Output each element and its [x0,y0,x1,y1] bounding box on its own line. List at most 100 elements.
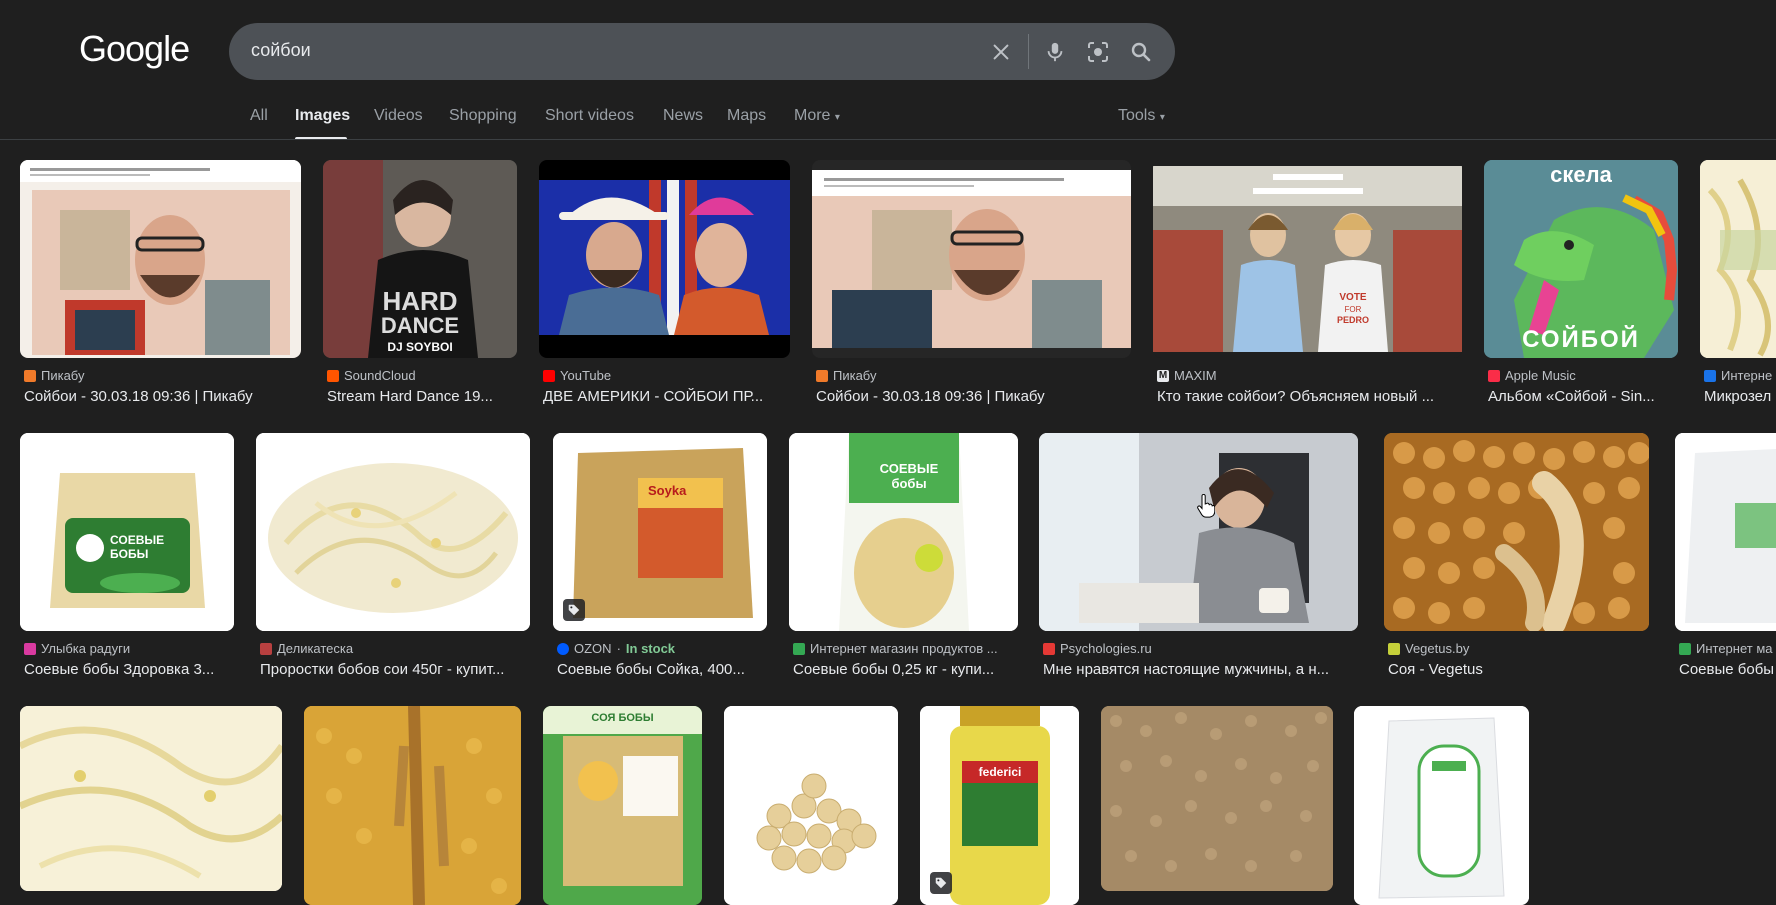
image-result[interactable]: HARD DANCE DJ SOYBOI SoundCloud Stream H… [323,160,518,410]
result-thumbnail[interactable] [20,706,282,891]
result-title[interactable]: Альбом «Сойбой - Sin... [1488,388,1680,405]
result-title[interactable]: Соевые бобы 0,25 кг - купи... [793,661,1018,678]
result-thumbnail[interactable] [1039,433,1358,631]
microphone-icon[interactable] [1041,38,1069,66]
result-title[interactable]: Соевые бобы Сойка, 400... [557,661,767,678]
photo-soybeans-closeup [1384,433,1649,631]
result-title[interactable]: Соя - Vegetus [1388,661,1650,678]
tab-short-videos[interactable]: Short videos [545,107,634,125]
result-title[interactable]: Соевые бобы [1679,661,1776,678]
result-source[interactable]: Интерне [1704,368,1772,383]
tab-more[interactable]: More ▾ [794,107,840,125]
youtube-icon [543,369,555,382]
result-source[interactable]: Улыбка радуги [24,641,130,656]
image-result[interactable]: VOTE FOR PEDRO M MAXIM Кто такие сойбои? … [1153,160,1463,410]
result-source[interactable]: M MAXIM [1157,368,1217,383]
image-result[interactable]: скела СОЙБОЙ Apple Music Альбом «Сойбой … [1484,160,1679,410]
image-result[interactable]: federici [920,706,1079,905]
result-thumbnail[interactable] [256,433,530,631]
result-source[interactable]: Пикабу [24,368,84,383]
image-result[interactable] [1101,706,1333,905]
result-title[interactable]: ДВЕ АМЕРИКИ - СОЙБОИ ПР... [543,388,788,405]
result-source[interactable]: Интернет ма [1679,641,1773,656]
result-source[interactable]: Интернет магазин продуктов ... [793,641,998,656]
result-thumbnail[interactable]: СОЕВЫЕ БОБЫ [20,433,234,631]
image-result[interactable]: Интернет ма Соевые бобы [1675,433,1776,683]
result-thumbnail[interactable] [724,706,898,905]
result-source[interactable]: Apple Music [1488,368,1576,383]
image-result[interactable]: Psychologies.ru Мне нравятся настоящие м… [1039,433,1359,683]
result-thumbnail[interactable] [1384,433,1649,631]
thumbnail-caption: DJ SOYBOI [387,340,453,354]
result-thumbnail[interactable]: federici [920,706,1079,905]
result-title[interactable]: Проростки бобов сои 450г - купит... [260,661,532,678]
result-source[interactable]: SoundCloud [327,368,416,383]
result-thumbnail[interactable] [1101,706,1333,891]
result-source[interactable]: Пикабу [816,368,876,383]
tab-shopping[interactable]: Shopping [449,107,517,125]
result-source[interactable]: Vegetus.by [1388,641,1469,656]
image-result[interactable] [304,706,521,905]
search-icon[interactable] [1127,38,1155,66]
result-source[interactable]: YouTube [543,368,611,383]
result-title[interactable]: Мне нравятся настоящие мужчины, а н... [1043,661,1358,678]
image-result[interactable]: Soyka OZON · In stock Соевые бобы Сойка, 4… [553,433,768,683]
result-thumbnail[interactable] [539,160,790,358]
result-source[interactable]: Psychologies.ru [1043,641,1152,656]
result-source[interactable]: Деликатеска [260,641,353,656]
result-thumbnail[interactable] [1700,160,1776,358]
result-thumbnail[interactable]: СОЕВЫЕ бобы [789,433,1018,631]
thumbnail-caption-bottom: СОЙБОЙ [1522,326,1640,353]
clear-icon[interactable] [987,38,1015,66]
result-thumbnail[interactable]: HARD DANCE DJ SOYBOI [323,160,517,358]
image-result[interactable]: СОЕВЫЕ БОБЫ Улыбка радуги Соевые бобы Зд… [20,433,235,683]
tab-all[interactable]: All [250,107,268,125]
lens-icon[interactable] [1084,38,1112,66]
result-title[interactable]: Сойбои - 30.03.18 09:36 | Пикабу [24,388,302,405]
image-result[interactable]: Пикабу Сойбои - 30.03.18 09:36 | Пикабу [812,160,1132,410]
image-result[interactable] [1354,706,1529,905]
result-title[interactable]: Микрозел [1704,388,1776,405]
result-thumbnail[interactable]: VOTE FOR PEDRO [1153,160,1462,358]
source-name: Пикабу [41,368,85,383]
result-thumbnail[interactable] [20,160,301,358]
image-result[interactable]: Деликатеска Проростки бобов сои 450г - к… [256,433,531,683]
result-source[interactable]: OZON · In stock [557,641,675,656]
tools-button[interactable]: Tools ▾ [1118,107,1165,125]
thumbnail-caption: СОЕВЫЕ БОБЫ [110,533,165,561]
image-result[interactable] [724,706,898,905]
site-favicon-icon [24,369,36,382]
result-title[interactable]: Кто такие сойбои? Объясняем новый ... [1157,388,1452,405]
result-thumbnail[interactable] [812,160,1131,358]
image-result[interactable]: СОЕВЫЕ бобы Интернет магазин продуктов .… [789,433,1019,683]
image-result[interactable]: YouTube ДВЕ АМЕРИКИ - СОЙБОИ ПР... [539,160,790,410]
photo-white-sack [1354,706,1529,905]
source-name: Интернет ма [1696,641,1773,656]
photo-soybeans-pile [724,706,898,905]
result-title[interactable]: Соевые бобы Здоровка 3... [24,661,234,678]
tab-maps[interactable]: Maps [727,107,766,125]
in-stock-label: In stock [625,641,676,656]
result-thumbnail[interactable] [1675,433,1776,631]
image-result[interactable] [20,706,282,905]
result-title[interactable]: Сойбои - 30.03.18 09:36 | Пикабу [816,388,1131,405]
site-favicon-icon [793,642,805,655]
site-favicon-icon [24,642,36,655]
tab-images[interactable]: Images [295,107,350,125]
image-result[interactable]: СОЯ БОБЫ [543,706,702,905]
result-thumbnail[interactable]: скела СОЙБОЙ [1484,160,1678,358]
google-logo[interactable]: Google [79,28,190,70]
result-title[interactable]: Stream Hard Dance 19... [327,388,517,405]
result-thumbnail[interactable] [1354,706,1529,905]
image-result[interactable]: Интерне Микрозел [1700,160,1776,410]
search-input[interactable]: сойбои [251,40,311,61]
result-thumbnail[interactable]: Soyka [553,433,767,631]
tab-videos[interactable]: Videos [374,107,423,125]
image-result[interactable]: Пикабу Сойбои - 30.03.18 09:36 | Пикабу [20,160,302,410]
image-result[interactable]: Vegetus.by Соя - Vegetus [1384,433,1650,683]
tab-news[interactable]: News [663,107,703,125]
site-favicon-icon [1704,369,1716,382]
result-thumbnail[interactable] [304,706,521,905]
search-box[interactable]: сойбои [229,23,1175,80]
result-thumbnail[interactable]: СОЯ БОБЫ [543,706,702,905]
